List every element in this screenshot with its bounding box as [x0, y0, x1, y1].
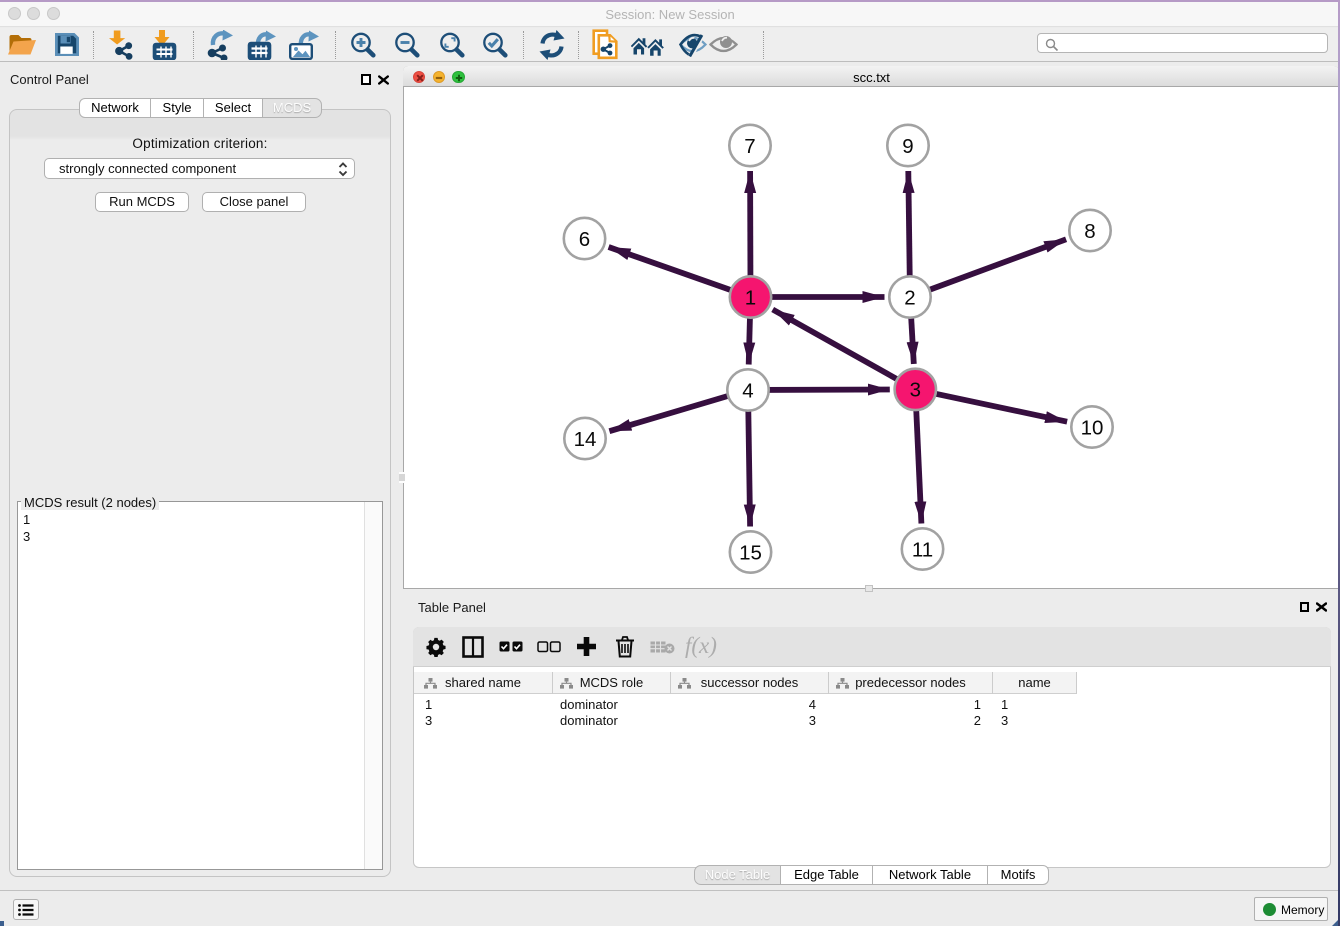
svg-text:14: 14: [574, 428, 597, 451]
svg-text:9: 9: [902, 135, 913, 158]
svg-text:8: 8: [1084, 220, 1095, 243]
svg-text:2: 2: [904, 286, 915, 309]
svg-text:4: 4: [742, 379, 753, 402]
svg-text:1: 1: [745, 286, 756, 309]
svg-text:7: 7: [744, 135, 755, 158]
svg-text:11: 11: [912, 538, 933, 561]
svg-text:3: 3: [910, 379, 921, 402]
svg-text:15: 15: [739, 541, 762, 564]
svg-text:10: 10: [1081, 416, 1104, 439]
svg-text:6: 6: [579, 228, 590, 251]
